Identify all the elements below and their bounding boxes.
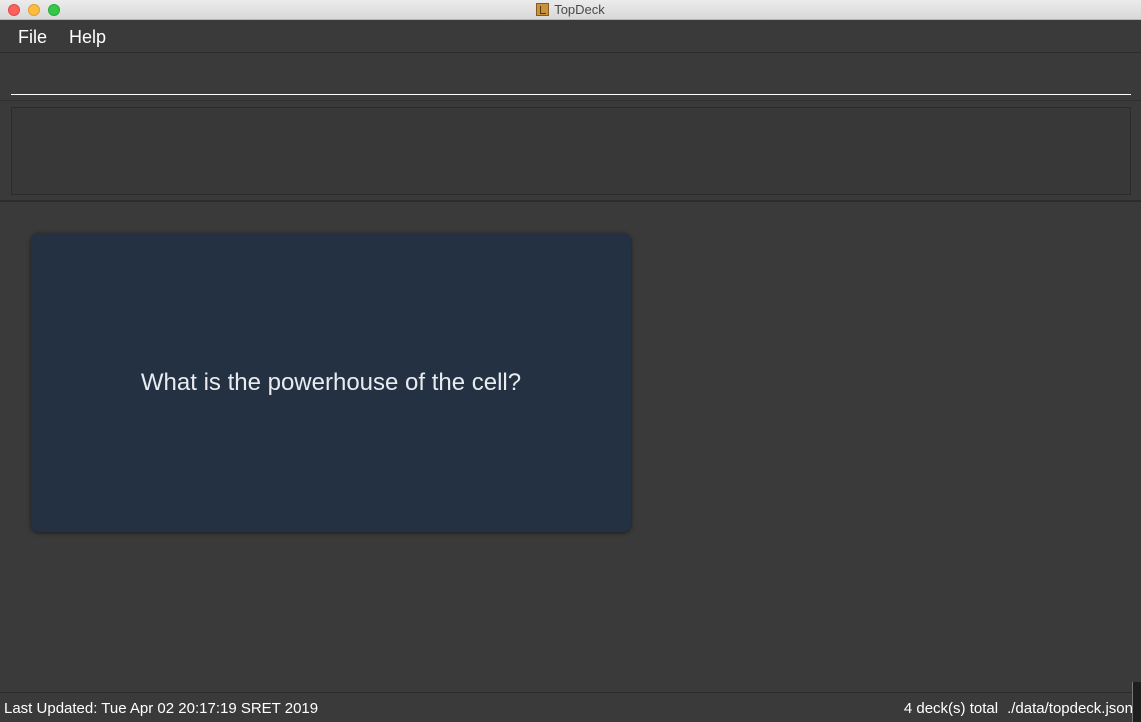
window-title-container: TopDeck xyxy=(0,2,1141,18)
menu-bar: File Help xyxy=(0,20,1141,53)
app-window: TopDeck File Help What is the powerhouse… xyxy=(0,0,1141,722)
deck-count-status: 4 deck(s) total xyxy=(903,700,999,717)
command-input[interactable] xyxy=(11,61,1131,95)
card-view-panel: What is the powerhouse of the cell? xyxy=(0,202,1141,692)
result-display[interactable] xyxy=(11,107,1131,195)
last-updated-status: Last Updated: Tue Apr 02 20:17:19 SRET 2… xyxy=(4,700,319,717)
card-question: What is the powerhouse of the cell? xyxy=(140,368,522,396)
result-display-panel xyxy=(0,101,1141,202)
menu-help[interactable]: Help xyxy=(69,27,106,48)
save-path-status: ./data/topdeck.json xyxy=(1007,700,1133,717)
resize-grip[interactable] xyxy=(1132,682,1141,722)
status-right-group: 4 deck(s) total ./data/topdeck.json xyxy=(895,700,1133,717)
title-bar[interactable]: TopDeck xyxy=(0,0,1141,20)
window-title: TopDeck xyxy=(554,2,605,17)
menu-file[interactable]: File xyxy=(18,27,47,48)
status-bar: Last Updated: Tue Apr 02 20:17:19 SRET 2… xyxy=(0,682,1141,722)
command-box-panel xyxy=(0,53,1141,101)
flashcard[interactable]: What is the powerhouse of the cell? xyxy=(31,233,631,532)
app-icon xyxy=(536,3,550,16)
